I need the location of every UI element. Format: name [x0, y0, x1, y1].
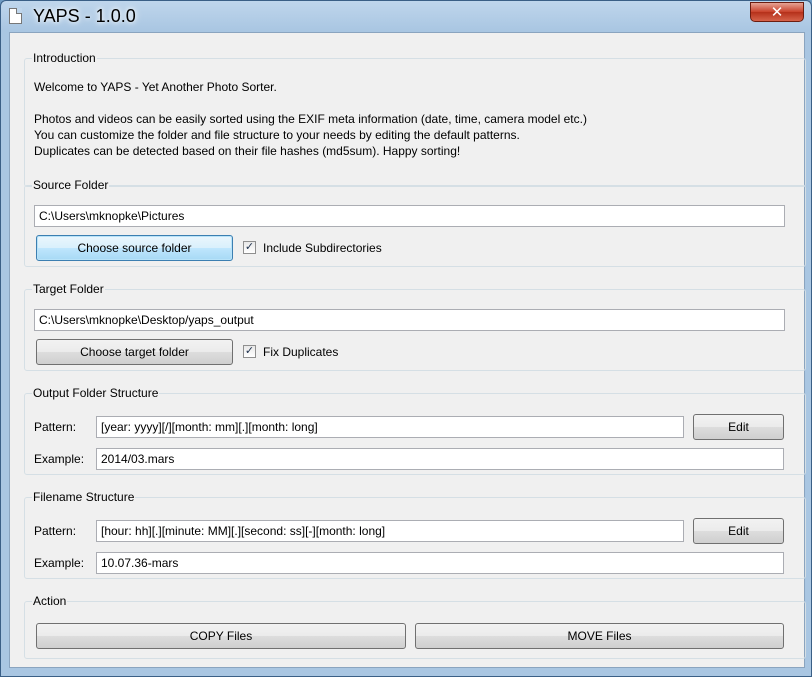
introduction-title: Introduction [32, 51, 97, 65]
copy-files-button[interactable]: COPY Files [36, 623, 406, 649]
output-example-field: 2014/03.mars [96, 448, 784, 470]
close-button[interactable]: ✕ [750, 2, 804, 22]
output-folder-structure-group: Output Folder Structure Pattern: [year: … [24, 386, 806, 475]
title-bar[interactable]: YAPS - 1.0.0 ✕ [1, 1, 811, 31]
target-path-input[interactable]: C:\Users\mknopke\Desktop/yaps_output [34, 309, 785, 331]
intro-exif-text: Photos and videos can be easily sorted u… [34, 112, 587, 126]
move-files-button[interactable]: MOVE Files [415, 623, 784, 649]
fix-duplicates-label: Fix Duplicates [263, 345, 339, 359]
filename-example-label: Example: [34, 556, 85, 570]
action-group: Action COPY Files MOVE Files [24, 594, 806, 659]
introduction-group: Introduction Welcome to YAPS - Yet Anoth… [24, 51, 806, 187]
action-title: Action [32, 594, 68, 608]
output-folder-structure-title: Output Folder Structure [32, 386, 160, 400]
target-folder-title: Target Folder [32, 282, 105, 296]
filename-pattern-label: Pattern: [34, 524, 77, 538]
choose-target-folder-button[interactable]: Choose target folder [36, 339, 233, 365]
output-pattern-edit-button[interactable]: Edit [693, 414, 784, 440]
source-path-input[interactable]: C:\Users\mknopke\Pictures [34, 205, 785, 227]
filename-pattern-input[interactable]: [hour: hh][.][minute: MM][.][second: ss]… [96, 520, 684, 542]
output-pattern-input[interactable]: [year: yyyy][/][month: mm][.][month: lon… [96, 416, 684, 438]
filename-structure-group: Filename Structure Pattern: [hour: hh][.… [24, 490, 806, 579]
window-title: YAPS - 1.0.0 [33, 6, 136, 26]
output-example-label: Example: [34, 452, 85, 466]
filename-structure-title: Filename Structure [32, 490, 136, 504]
intro-duplicates-text: Duplicates can be detected based on thei… [34, 144, 461, 158]
filename-pattern-edit-button[interactable]: Edit [693, 518, 784, 544]
include-subdirectories-checkbox[interactable]: ✓ [243, 241, 256, 254]
app-document-icon [9, 8, 22, 24]
filename-example-field: 10.07.36-mars [96, 552, 784, 574]
output-pattern-label: Pattern: [34, 420, 77, 434]
app-window: YAPS - 1.0.0 ✕ Introduction Welcome to Y… [0, 0, 812, 677]
intro-welcome-text: Welcome to YAPS - Yet Another Photo Sort… [34, 80, 277, 94]
include-subdirectories-label: Include Subdirectories [263, 241, 382, 255]
intro-customize-text: You can customize the folder and file st… [34, 128, 520, 142]
main-content: Introduction Welcome to YAPS - Yet Anoth… [9, 32, 806, 668]
choose-source-folder-button[interactable]: Choose source folder [36, 235, 233, 261]
source-folder-group: Source Folder C:\Users\mknopke\Pictures … [24, 178, 806, 267]
source-folder-title: Source Folder [32, 178, 110, 192]
target-folder-group: Target Folder C:\Users\mknopke\Desktop/y… [24, 282, 806, 371]
fix-duplicates-checkbox[interactable]: ✓ [243, 345, 256, 358]
